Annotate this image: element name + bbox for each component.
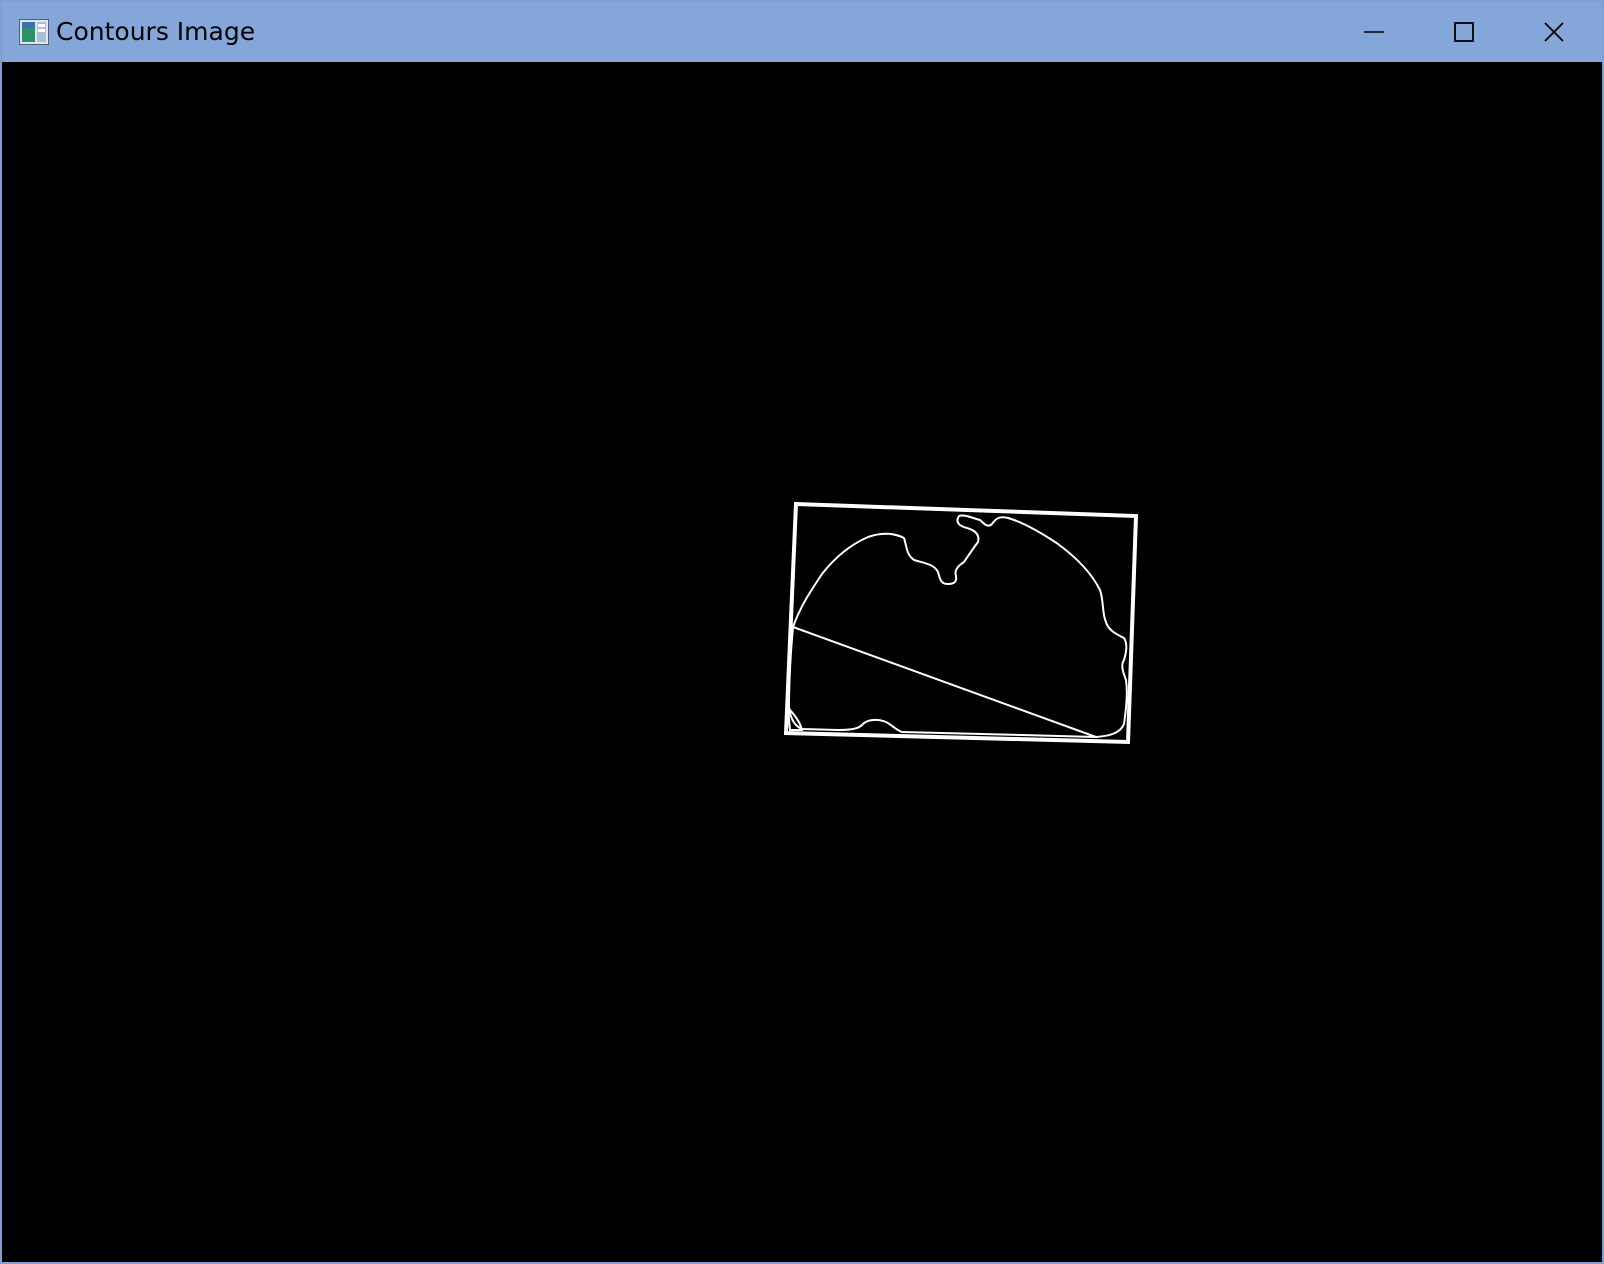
contours-image-canvas: [2, 62, 1602, 1262]
title-bar[interactable]: Contours Image: [2, 2, 1602, 62]
contours-drawing: [783, 501, 1139, 745]
minimize-icon: [1364, 31, 1384, 33]
close-icon: [1544, 22, 1564, 42]
image-window-icon: [19, 19, 49, 45]
maximize-icon: [1454, 22, 1474, 42]
contours-image-window: Contours Image: [0, 0, 1604, 1264]
minimize-button[interactable]: [1329, 2, 1419, 62]
min-area-rect-contour: [783, 501, 1139, 745]
corner-contour-fragment: [786, 705, 804, 731]
maximize-button[interactable]: [1419, 2, 1509, 62]
object-contour: [788, 514, 1128, 738]
window-title: Contours Image: [56, 17, 256, 46]
close-button[interactable]: [1509, 2, 1599, 62]
